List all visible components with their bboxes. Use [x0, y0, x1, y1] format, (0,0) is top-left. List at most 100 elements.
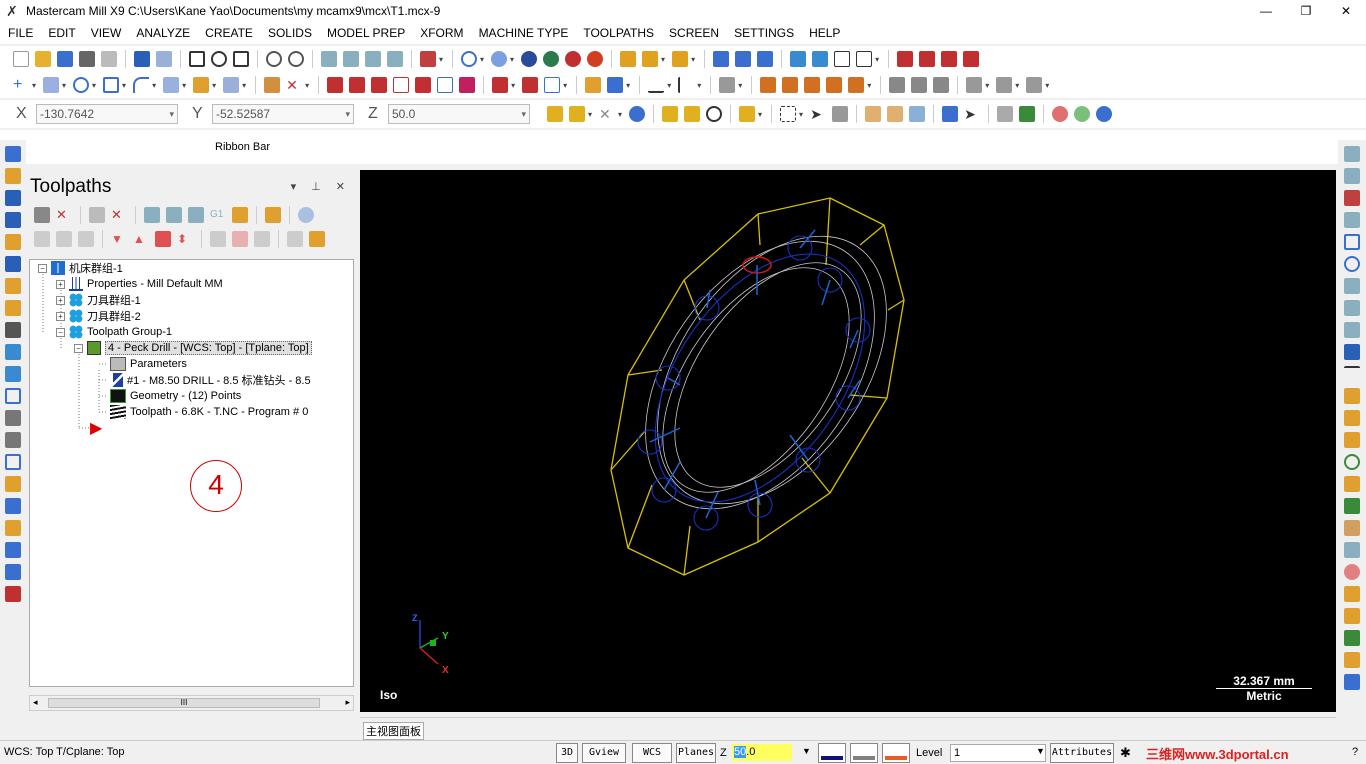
view-iso-icon[interactable]: [387, 51, 403, 67]
view-back-icon[interactable]: [1344, 278, 1360, 294]
minimize-button[interactable]: —: [1246, 0, 1286, 22]
tree-node-geometry[interactable]: Geometry - (12) Points: [110, 388, 241, 404]
one-op-icon[interactable]: [287, 231, 303, 247]
move-up-icon[interactable]: ▲: [133, 231, 149, 247]
select-all-icon[interactable]: [739, 106, 756, 122]
post-ops-icon[interactable]: [232, 207, 248, 223]
solid-3d-icon[interactable]: [5, 410, 21, 426]
stock-model-icon[interactable]: [782, 77, 799, 93]
select-window-icon[interactable]: [684, 106, 701, 122]
backplot-icon[interactable]: [919, 51, 936, 67]
cylinder-icon[interactable]: [193, 77, 210, 93]
tree-node-tool-group-1[interactable]: + 刀具群组-1: [56, 292, 141, 308]
surface-rough-icon[interactable]: [5, 256, 21, 272]
feature-icon[interactable]: [5, 498, 21, 514]
scroll-left-icon[interactable]: ◂: [33, 697, 38, 708]
ok-circle-icon[interactable]: [1074, 106, 1091, 122]
tree-node-tool[interactable]: #1 - M8.50 DRILL - 8.5 标准钻头 - 8.5: [110, 372, 311, 388]
line-icon[interactable]: [43, 77, 60, 93]
xform-translate-icon[interactable]: [327, 77, 344, 93]
display-options-icon[interactable]: [309, 231, 325, 247]
spline-icon[interactable]: [163, 77, 180, 93]
insert-after-icon[interactable]: [155, 231, 171, 247]
point-lightning-icon[interactable]: [1344, 410, 1360, 426]
view-top-icon[interactable]: [321, 51, 337, 67]
arc-lightning-icon[interactable]: [1344, 454, 1360, 470]
refresh-icon[interactable]: [706, 106, 723, 122]
z-coord-input[interactable]: 50.0: [388, 104, 530, 124]
measure-icon[interactable]: [757, 51, 774, 67]
select-all-ops-icon[interactable]: [34, 207, 50, 223]
menu-file[interactable]: FILE: [8, 26, 33, 40]
dimension-icon[interactable]: [5, 476, 21, 492]
view-cube-top-icon[interactable]: [1344, 146, 1360, 162]
machine-sim-icon[interactable]: [996, 77, 1013, 93]
menu-create[interactable]: CREATE: [205, 26, 253, 40]
sphere-icon[interactable]: [491, 51, 508, 67]
save-icon[interactable]: [57, 51, 73, 67]
select-chain-icon[interactable]: [662, 106, 679, 122]
settings-gear-icon[interactable]: [790, 51, 807, 67]
highlight-icon[interactable]: [672, 51, 689, 67]
menu-xform[interactable]: XFORM: [420, 26, 463, 40]
tangent-icon[interactable]: [544, 77, 561, 93]
toolpath-manager-icon[interactable]: [897, 51, 914, 67]
toggle-3d-button[interactable]: 3D: [556, 743, 578, 763]
solid-lightning-icon[interactable]: [1344, 520, 1360, 536]
expand-icon[interactable]: [210, 231, 226, 247]
fast-point-icon[interactable]: [547, 106, 563, 122]
line-lightning-icon[interactable]: [1344, 432, 1360, 448]
tree-node-tool-group-2[interactable]: + 刀具群组-2: [56, 308, 141, 324]
lightning-icon[interactable]: [1344, 388, 1360, 404]
menu-model-prep[interactable]: MODEL PREP: [327, 26, 405, 40]
stock-box-icon[interactable]: [5, 300, 21, 316]
xform-roll-icon[interactable]: [459, 77, 476, 93]
pocket-icon[interactable]: [5, 190, 21, 206]
z-depth-dropdown-icon[interactable]: ▼: [802, 746, 811, 756]
selection-box-icon[interactable]: [780, 106, 797, 122]
accept-check-icon[interactable]: [1019, 106, 1036, 122]
panel-help-icon[interactable]: [298, 207, 314, 223]
rectangle-icon[interactable]: [103, 77, 120, 93]
lock-icon[interactable]: [5, 432, 21, 448]
post-icon[interactable]: [963, 51, 980, 67]
group-select-icon[interactable]: [997, 106, 1014, 122]
gview-button[interactable]: Gview: [582, 743, 626, 763]
tree-node-toolpath-group[interactable]: − Toolpath Group-1: [56, 324, 172, 340]
scroll-right-icon[interactable]: ▸: [345, 697, 350, 708]
color-button[interactable]: [818, 743, 846, 763]
graphics-viewport[interactable]: Z Y X Iso 32.367 mm Metric: [360, 170, 1336, 712]
analyze-icon[interactable]: [735, 51, 752, 67]
solid-select-icon[interactable]: [832, 106, 849, 122]
book-icon[interactable]: [5, 542, 21, 558]
view-bottom-icon[interactable]: [1344, 300, 1360, 316]
multi-lightning-icon[interactable]: [1344, 652, 1360, 668]
menu-screen[interactable]: SCREEN: [669, 26, 719, 40]
level-label[interactable]: Level: [916, 747, 942, 759]
fixture-icon[interactable]: [5, 520, 21, 536]
tool-icon[interactable]: [5, 322, 21, 338]
pen-edit-icon[interactable]: [889, 77, 906, 93]
level-input[interactable]: 1: [950, 744, 1046, 762]
cplane-icon[interactable]: [420, 51, 436, 67]
menu-solids[interactable]: SOLIDS: [268, 26, 312, 40]
attributes-button[interactable]: Attributes: [1050, 743, 1114, 763]
verify-icon[interactable]: [941, 51, 958, 67]
surface-icon[interactable]: [223, 77, 240, 93]
arrow-cursor-icon[interactable]: ➤: [810, 106, 826, 122]
xform-array-icon[interactable]: [437, 77, 454, 93]
facing-icon[interactable]: [5, 212, 21, 228]
report-icon[interactable]: [1026, 77, 1043, 93]
star-icon[interactable]: ✱: [1120, 745, 1131, 761]
solid-box-icon[interactable]: [848, 77, 865, 93]
tree-node-machine-group[interactable]: − 机床群组-1: [38, 260, 123, 276]
menu-view[interactable]: VIEW: [91, 26, 122, 40]
zoom-target-icon[interactable]: [233, 51, 249, 67]
simulation-icon[interactable]: [966, 77, 983, 93]
simulate-ops-icon[interactable]: [188, 207, 204, 223]
layers-icon[interactable]: [5, 564, 21, 580]
view-front-icon[interactable]: [343, 51, 359, 67]
globe-icon[interactable]: [461, 51, 478, 67]
help-circle-icon[interactable]: [1096, 106, 1113, 122]
spline-lightning-icon[interactable]: [1344, 498, 1360, 514]
